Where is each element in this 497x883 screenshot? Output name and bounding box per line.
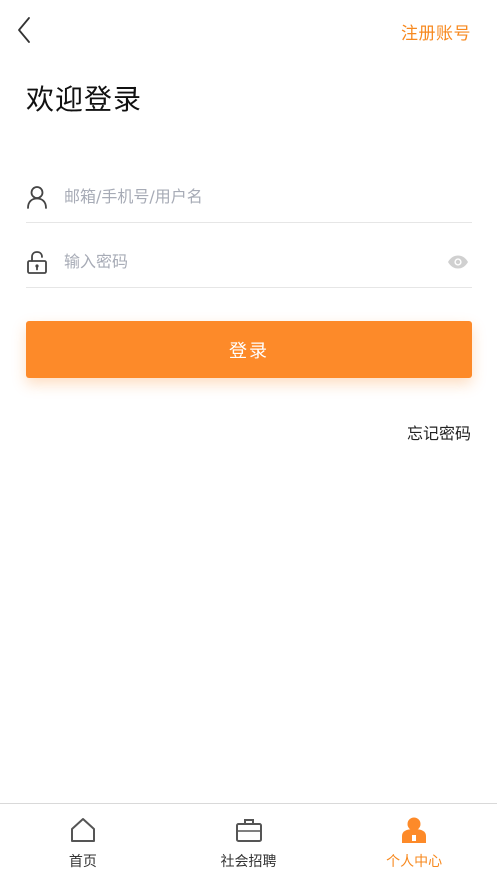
tab-personal-center-label: 个人中心 — [386, 854, 443, 870]
lock-icon — [26, 250, 48, 274]
bottom-tab-bar: 首页 社会招聘 个人中心 — [0, 803, 497, 883]
person-icon — [400, 816, 428, 844]
user-icon — [26, 185, 48, 209]
password-field — [26, 236, 472, 288]
page-title: 欢迎登录 — [26, 83, 143, 116]
login-button[interactable]: 登录 — [26, 321, 472, 378]
back-button[interactable] — [10, 12, 38, 48]
tab-personal-center[interactable]: 个人中心 — [331, 804, 497, 883]
tab-home[interactable]: 首页 — [0, 804, 166, 883]
tab-home-label: 首页 — [68, 854, 97, 870]
home-icon — [69, 816, 97, 844]
chevron-left-icon — [18, 17, 30, 43]
forgot-password-link[interactable]: 忘记密码 — [407, 420, 471, 444]
briefcase-icon — [235, 816, 263, 844]
top-bar: 注册账号 — [0, 0, 497, 60]
eye-icon[interactable] — [446, 252, 470, 272]
login-page: 注册账号 欢迎登录 登录 — [0, 0, 497, 883]
username-field — [26, 171, 472, 223]
username-input[interactable] — [64, 181, 472, 212]
password-input[interactable] — [64, 246, 446, 277]
tab-social-recruitment[interactable]: 社会招聘 — [166, 804, 332, 883]
tab-social-recruitment-label: 社会招聘 — [220, 854, 277, 870]
register-link[interactable]: 注册账号 — [401, 19, 471, 44]
